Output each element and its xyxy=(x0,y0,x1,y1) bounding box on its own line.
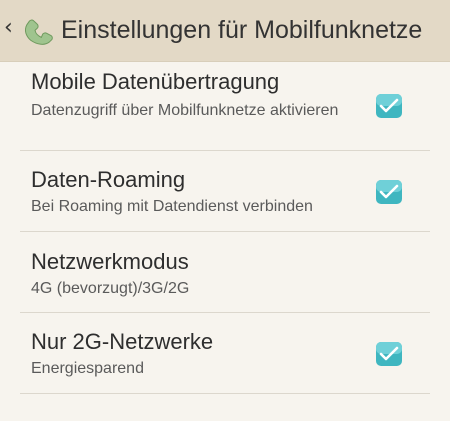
page-title: Einstellungen für Mobilfunknetze xyxy=(61,16,423,44)
setting-data-roaming[interactable]: Daten-Roaming Bei Roaming mit Datendiens… xyxy=(0,151,450,231)
setting-title: Mobile Datenübertragung xyxy=(31,69,280,94)
action-bar: ‹ Einstellungen für Mobilfunknetze xyxy=(0,0,450,61)
chevron-left-icon[interactable]: ‹ xyxy=(4,17,13,39)
setting-title: Nur 2G-Netzwerke xyxy=(31,329,214,354)
list-divider xyxy=(20,393,430,394)
setting-summary: 4G (bevorzugt)/3G/2G xyxy=(31,280,190,297)
setting-summary: Bei Roaming mit Datendienst verbinden xyxy=(31,198,313,215)
setting-title: Netzwerkmodus xyxy=(31,249,189,274)
checkbox-checked-icon[interactable] xyxy=(375,179,403,205)
setting-2g-only[interactable]: Nur 2G-Netzwerke Energiesparend xyxy=(0,313,450,393)
setting-title: Daten-Roaming xyxy=(31,167,186,192)
setting-summary: Energiesparend xyxy=(31,360,144,377)
phone-handset-icon[interactable] xyxy=(20,12,54,48)
checkbox-checked-icon[interactable] xyxy=(375,341,403,367)
setting-mobile-data[interactable]: Mobile Datenübertragung Datenzugriff übe… xyxy=(0,62,450,151)
checkbox-checked-icon[interactable] xyxy=(375,93,403,119)
setting-summary: Datenzugriff über Mobilfunknetze aktivie… xyxy=(31,102,339,119)
setting-network-mode[interactable]: Netzwerkmodus 4G (bevorzugt)/3G/2G xyxy=(0,232,450,312)
